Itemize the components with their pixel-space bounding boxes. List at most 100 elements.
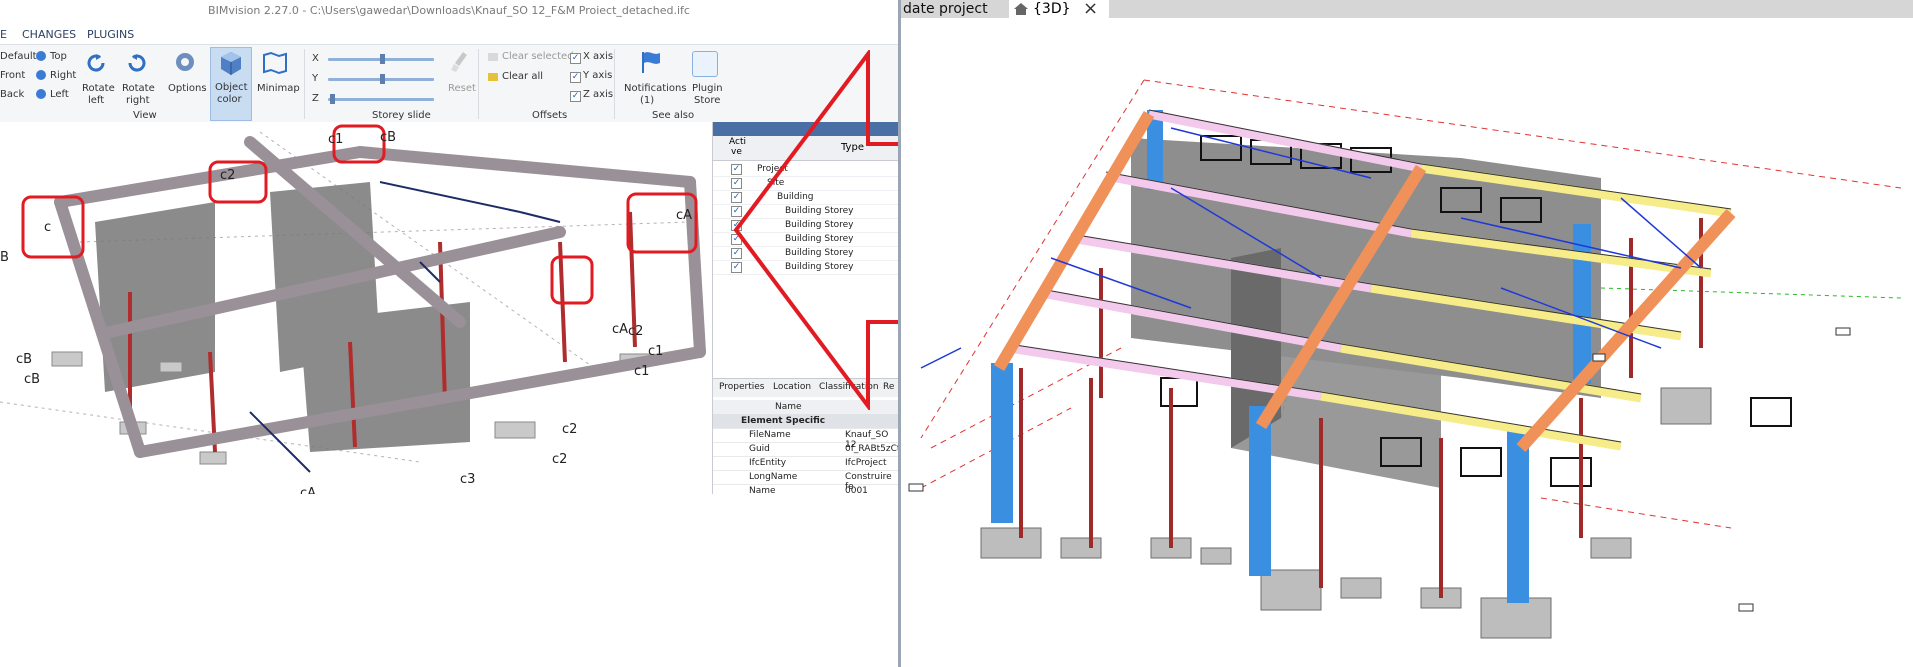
object-color-label-2: color	[217, 94, 242, 105]
minimap-button[interactable]: Minimap	[257, 83, 300, 94]
grid-label: cB	[24, 372, 41, 387]
menu-plugins[interactable]: PLUGINS	[87, 28, 134, 41]
object-color-label-1: Object	[215, 82, 248, 93]
storey-slide-group-label: Storey slide	[372, 110, 431, 121]
view-left-icon	[36, 89, 46, 99]
grid-label: c1	[328, 132, 344, 147]
slider-y-thumb[interactable]	[380, 74, 385, 84]
object-color-button[interactable]: Object color	[210, 47, 252, 121]
ribbon-separator	[478, 49, 479, 119]
view-tab-bar: date project {3D} ×	[901, 0, 1913, 19]
view-right-icon	[36, 70, 46, 80]
y-axis-label: Y axis	[583, 70, 613, 81]
z-axis-label: Z axis	[583, 89, 614, 100]
view-front-button[interactable]: Front	[0, 70, 25, 81]
menu-truncated[interactable]: E	[0, 28, 7, 41]
view-left-button[interactable]: Left	[50, 89, 69, 100]
rotate-right-label-2[interactable]: right	[126, 95, 150, 106]
slider-x-label: X	[312, 53, 319, 64]
slider-x-thumb[interactable]	[380, 54, 385, 64]
slider-y-label: Y	[312, 73, 319, 84]
slider-z[interactable]	[328, 94, 434, 104]
grid-label: c3	[460, 472, 476, 487]
x-axis-checkbox[interactable]: ✓	[570, 53, 581, 64]
grid-label: cB	[380, 130, 397, 145]
close-icon[interactable]: ×	[1083, 0, 1098, 19]
clear-all-button[interactable]: Clear all	[502, 71, 543, 82]
grid-label: c1	[648, 344, 664, 359]
view-top-icon	[36, 51, 46, 61]
grid-label: B	[0, 250, 9, 265]
rotate-left-label-2[interactable]: left	[88, 95, 104, 106]
plugin-store-label-2[interactable]: Store	[694, 95, 720, 106]
tab-3d[interactable]: {3D}	[1009, 0, 1071, 18]
slider-x[interactable]	[328, 54, 434, 64]
menu-changes[interactable]: CHANGES	[22, 28, 76, 41]
grid-label: c	[44, 220, 52, 235]
eraser-icon	[488, 73, 498, 81]
slider-z-label: Z	[312, 93, 319, 104]
notifications-label-2[interactable]: (1)	[640, 95, 654, 106]
view-back-button[interactable]: Back	[0, 89, 24, 100]
ribbon-separator	[304, 49, 305, 119]
view-top-button[interactable]: Top	[50, 51, 67, 62]
z-axis-checkbox[interactable]: ✓	[570, 91, 581, 102]
view-default-button[interactable]: Default	[0, 51, 37, 62]
revit-3d-window: date project {3D} ×	[901, 0, 1913, 667]
y-axis-checkbox[interactable]: ✓	[570, 72, 581, 83]
property-row[interactable]: LongName Construire fe	[713, 470, 898, 492]
map-icon[interactable]	[262, 51, 288, 75]
structure-model-left	[0, 124, 706, 473]
slider-z-thumb[interactable]	[330, 94, 335, 104]
annotation-arrow-icon	[733, 50, 898, 410]
grid-label: cA	[300, 486, 317, 494]
property-value: 0f_RABt5zCt	[845, 444, 898, 454]
property-name: Guid	[749, 444, 770, 454]
grid-label: c2	[552, 452, 568, 467]
gear-icon[interactable]	[172, 49, 198, 75]
window-title: BIMvision 2.27.0 - C:\Users\gawedar\Down…	[0, 0, 898, 22]
property-name: IfcEntity	[749, 458, 787, 468]
property-name: FileName	[749, 430, 791, 440]
grid-label: cA	[612, 322, 629, 337]
property-group-label: Element Specific	[741, 416, 826, 426]
ribbon-separator	[614, 49, 615, 119]
view-right-button[interactable]: Right	[50, 70, 76, 81]
notifications-label-1[interactable]: Notifications	[624, 83, 687, 94]
property-name: LongName	[749, 472, 798, 482]
rotate-left-icon[interactable]	[84, 51, 108, 75]
flag-icon[interactable]	[638, 49, 664, 75]
eraser-icon	[488, 53, 498, 61]
house-icon	[1014, 3, 1028, 15]
grid-label: c2	[562, 422, 578, 437]
property-row[interactable]: IfcEntity IfcProject	[713, 456, 898, 471]
rotate-left-label-1[interactable]: Rotate	[82, 83, 115, 94]
x-axis-label: X axis	[583, 51, 614, 62]
grid-label: c2	[628, 324, 644, 339]
property-row[interactable]: Guid 0f_RABt5zCt	[713, 442, 898, 457]
tab-3d-label: {3D}	[1033, 1, 1071, 17]
property-row[interactable]: FileName Knauf_SO 12	[713, 428, 898, 450]
offsets-group-label: Offsets	[532, 110, 568, 121]
viewport-3d-left[interactable]: c1 cB c2 c cA B cA c2 c1 cB cB c1 c2 c2 …	[0, 122, 712, 494]
options-button[interactable]: Options	[168, 83, 207, 94]
reset-button[interactable]: Reset	[448, 83, 476, 94]
plugin-store-icon[interactable]	[692, 51, 718, 77]
clear-selected-button[interactable]: Clear selected	[502, 51, 574, 62]
slider-y[interactable]	[328, 74, 434, 84]
structure-model-right[interactable]	[901, 18, 1913, 667]
property-group[interactable]: Element Specific	[713, 414, 898, 429]
grid-label: cA	[676, 208, 693, 223]
view-group-label: View	[133, 110, 157, 121]
rotate-right-label-1[interactable]: Rotate	[122, 83, 155, 94]
plugin-store-label-1[interactable]: Plugin	[692, 83, 723, 94]
grid-label: cB	[16, 352, 33, 367]
rotate-right-icon[interactable]	[125, 51, 149, 75]
brush-icon	[451, 52, 467, 72]
grid-label: c2	[220, 168, 236, 183]
grid-label: c1	[634, 364, 650, 379]
cube-icon	[221, 52, 241, 75]
tab-project[interactable]: date project	[903, 0, 988, 18]
tab-close-area: ×	[1069, 0, 1109, 19]
see-also-group-label: See also	[652, 110, 695, 121]
